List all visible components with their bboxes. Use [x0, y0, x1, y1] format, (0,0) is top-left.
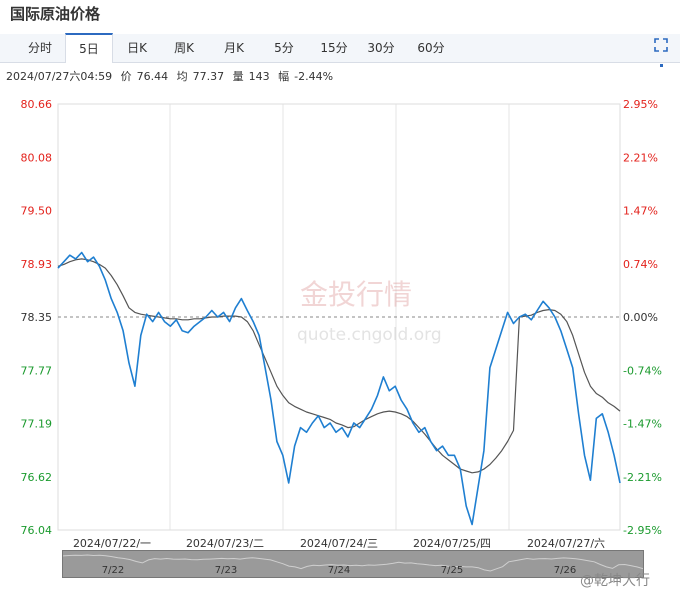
x-tick-label: 2024/07/22/一 [73, 537, 151, 550]
watermark-brand: 金投行情 [300, 278, 412, 311]
price-chart: 金投行情 quote.cngold.org 80.66 2.95% 80.08 2.2… [21, 98, 662, 550]
y-tick-left: 76.04 [21, 524, 53, 537]
y-tick-right: -2.21% [623, 471, 662, 484]
watermark-url: quote.cngold.org [297, 325, 442, 345]
navigator-label: 7/26 [554, 565, 576, 576]
navigator-label: 7/25 [441, 565, 463, 576]
y-tick-left: 80.66 [21, 98, 53, 111]
y-tick-left: 77.19 [21, 418, 53, 431]
y-tick-right: -1.47% [623, 418, 662, 431]
chart-axes: 80.66 2.95% 80.08 2.21% 79.50 1.47% 78.93 0.74%… [21, 98, 662, 550]
navigator-label: 7/24 [328, 565, 350, 576]
x-tick-label: 2024/07/23/二 [186, 537, 264, 550]
time-navigator[interactable]: 7/22 7/23 7/24 7/25 7/26 [62, 550, 644, 578]
chart-grid [57, 103, 621, 531]
navigator-preview: 7/22 7/23 7/24 7/25 7/26 [62, 554, 644, 576]
x-tick-label: 2024/07/27/六 [527, 537, 605, 550]
navigator-label: 7/23 [215, 565, 237, 576]
x-tick-label: 2024/07/25/四 [413, 537, 491, 550]
y-tick-left: 76.62 [21, 471, 53, 484]
y-tick-left: 79.50 [21, 205, 53, 218]
y-tick-right: -2.95% [623, 524, 662, 537]
y-tick-right: -0.74% [623, 364, 662, 377]
y-tick-left: 77.77 [21, 364, 53, 377]
footer-watermark: @乾坤大行 [580, 573, 650, 589]
y-tick-left: 78.93 [21, 258, 53, 271]
y-tick-left: 80.08 [21, 151, 53, 164]
navigator-label: 7/22 [102, 565, 124, 576]
y-tick-right: 0.74% [623, 258, 658, 271]
y-tick-right: 1.47% [623, 205, 658, 218]
x-tick-label: 2024/07/24/三 [300, 537, 378, 550]
y-tick-right: 2.95% [623, 98, 658, 111]
y-tick-right: 2.21% [623, 151, 658, 164]
y-tick-right: 0.00% [623, 311, 658, 324]
y-tick-left: 78.35 [21, 311, 53, 324]
watermark: 金投行情 quote.cngold.org [297, 278, 442, 345]
